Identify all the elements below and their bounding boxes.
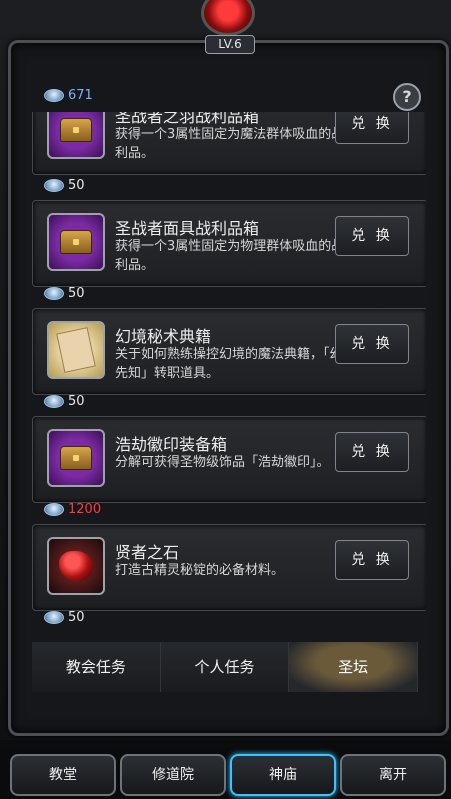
item-title: 贤者之石 <box>115 543 180 562</box>
shop-item: 圣战者之羽战利品箱 获得一个3属性固定为魔法群体吸血的战利品。 兑 换 <box>32 112 426 175</box>
item-price: 50 <box>44 286 85 301</box>
treasure-chest-icon <box>60 118 92 142</box>
item-description: 获得一个3属性固定为魔法群体吸血的战利品。 <box>115 127 345 161</box>
currency-display: 671 <box>44 88 93 103</box>
item-thumbnail <box>47 321 105 379</box>
item-thumbnail <box>47 213 105 271</box>
exchange-button[interactable]: 兑 换 <box>335 112 409 144</box>
item-title: 浩劫徽印装备箱 <box>115 435 228 454</box>
tab-church-tasks[interactable]: 教会任务 <box>32 642 161 692</box>
shop-list[interactable]: 圣战者之羽战利品箱 获得一个3属性固定为魔法群体吸血的战利品。 兑 换 50 圣… <box>32 112 426 632</box>
shop-item: 圣战者面具战利品箱 获得一个3属性固定为物理群体吸血的战利品。 兑 换 <box>32 200 426 287</box>
nav-church[interactable]: 教堂 <box>10 754 116 796</box>
main-frame: LV.6 671 ? 圣战者之羽战利品箱 获得一个3属性固定为魔法群体吸血的战利… <box>0 0 451 740</box>
item-description: 分解可获得圣物级饰品「浩劫徽印」。 <box>115 455 330 470</box>
item-thumbnail <box>47 537 105 595</box>
level-badge: LV.6 <box>205 35 255 54</box>
red-stone-icon <box>59 551 93 581</box>
price-value: 1200 <box>68 502 102 517</box>
tab-altar[interactable]: 圣坛 <box>289 642 419 692</box>
bottom-navigation: 教堂 修道院 神庙 离开 <box>0 748 451 799</box>
item-title: 圣战者面具战利品箱 <box>115 219 260 238</box>
tab-personal-tasks[interactable]: 个人任务 <box>160 642 290 692</box>
red-gem-ornament <box>201 0 255 36</box>
currency-amount: 671 <box>68 88 93 103</box>
treasure-chest-icon <box>60 230 92 254</box>
coin-icon <box>44 611 64 624</box>
coin-icon <box>44 287 64 300</box>
item-price: 50 <box>44 394 85 409</box>
parchment-book-icon <box>56 327 96 373</box>
price-value: 50 <box>68 178 85 193</box>
item-price: 1200 <box>44 502 101 517</box>
price-value: 50 <box>68 286 85 301</box>
exchange-button[interactable]: 兑 换 <box>335 540 409 580</box>
exchange-button[interactable]: 兑 换 <box>335 324 409 364</box>
exchange-button[interactable]: 兑 换 <box>335 432 409 472</box>
shop-item: 贤者之石 打造古精灵秘锭的必备材料。 兑 换 <box>32 524 426 611</box>
item-thumbnail <box>47 112 105 159</box>
nav-leave[interactable]: 离开 <box>340 754 446 796</box>
price-value: 50 <box>68 394 85 409</box>
task-tabs: 教会任务 个人任务 圣坛 <box>32 642 419 692</box>
nav-temple[interactable]: 神庙 <box>230 754 336 796</box>
item-description: 获得一个3属性固定为物理群体吸血的战利品。 <box>115 239 345 273</box>
item-thumbnail <box>47 429 105 487</box>
help-button[interactable]: ? <box>393 83 421 111</box>
price-value: 50 <box>68 610 85 625</box>
item-description: 打造古精灵秘锭的必备材料。 <box>115 563 285 578</box>
coin-icon <box>44 395 64 408</box>
item-title: 幻境秘术典籍 <box>115 327 212 346</box>
coin-icon <box>44 89 64 102</box>
exchange-button[interactable]: 兑 换 <box>335 216 409 256</box>
coin-icon <box>44 503 64 516</box>
coin-icon <box>44 179 64 192</box>
item-price: 50 <box>44 178 85 193</box>
item-price: 50 <box>44 610 85 625</box>
shop-item: 浩劫徽印装备箱 分解可获得圣物级饰品「浩劫徽印」。 兑 换 <box>32 416 426 503</box>
shop-item: 幻境秘术典籍 关于如何熟练操控幻境的魔法典籍，「幻境先知」转职道具。 兑 换 <box>32 308 426 395</box>
nav-monastery[interactable]: 修道院 <box>120 754 226 796</box>
treasure-chest-icon <box>60 446 92 470</box>
item-description: 关于如何熟练操控幻境的魔法典籍，「幻境先知」转职道具。 <box>115 347 356 381</box>
